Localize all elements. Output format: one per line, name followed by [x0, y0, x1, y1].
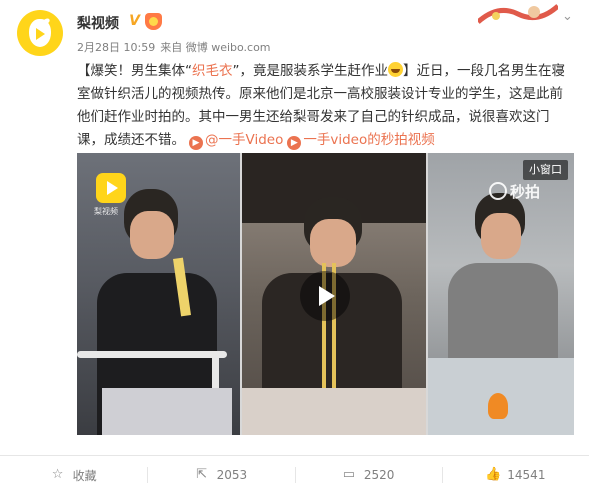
video-frame-left: 梨视频: [77, 153, 240, 435]
watermark-text: 秒拍: [510, 183, 541, 201]
video-link[interactable]: 一手video的秒拍视频: [303, 132, 434, 148]
play-button[interactable]: [300, 271, 350, 321]
video-link-icon: ▶: [189, 136, 203, 150]
comment-count: 2520: [363, 468, 395, 482]
post-text: 【爆笑！男生集体“织毛衣”，竟是服装系学生赶作业 】近日，一段几名男生在寝室做针织…: [77, 60, 571, 152]
keyword-highlight[interactable]: 织毛衣: [192, 63, 233, 79]
star-icon: ☆: [51, 467, 64, 482]
like-icon: 👍: [485, 467, 502, 482]
repost-button[interactable]: ⇱ 2053: [147, 456, 294, 494]
avatar[interactable]: [17, 10, 63, 56]
like-count: 14541: [507, 468, 546, 482]
share-icon: ⇱: [196, 467, 208, 482]
chevron-down-icon[interactable]: ⌄: [562, 9, 573, 24]
mention-link[interactable]: @一手Video: [205, 132, 283, 148]
weibo-post-card: 梨视频 V 2月28日 10:59 来自 微博 weibo.com ⌄ 【爆笑！男…: [0, 0, 589, 494]
action-bar: ☆ 收藏 ⇱ 2053 ▭ 2520 👍 14541: [0, 456, 589, 494]
post-date[interactable]: 2月28日 10:59: [77, 41, 155, 54]
verified-icon: V: [127, 14, 142, 29]
author-name[interactable]: 梨视频: [77, 13, 119, 33]
repost-count: 2053: [216, 468, 248, 482]
comment-icon: ▭: [342, 467, 355, 482]
miaopai-logo-icon: [489, 182, 507, 200]
laughing-emoji-icon: [388, 62, 403, 77]
post-source: 来自 微博 weibo.com: [160, 41, 271, 54]
post-meta: 2月28日 10:59 来自 微博 weibo.com: [77, 39, 276, 55]
post-text-part2: ”，竟是服装系学生赶作业: [232, 63, 389, 79]
favorite-button[interactable]: ☆ 收藏: [0, 456, 147, 494]
comment-button[interactable]: ▭ 2520: [294, 456, 442, 494]
video-player[interactable]: 梨视频 小窗口 秒拍: [77, 153, 574, 435]
like-button[interactable]: 👍 14541: [441, 456, 589, 494]
pear-video-logo-icon: [96, 173, 126, 203]
festival-decoration-icon: [478, 4, 558, 24]
video-logo-text: 梨视频: [94, 207, 118, 216]
post-text-part1: 【爆笑！男生集体“: [77, 63, 192, 79]
member-medal-icon[interactable]: [145, 13, 162, 30]
mini-window-button[interactable]: 小窗口: [523, 160, 568, 180]
favorite-label: 收藏: [72, 468, 97, 483]
miaopai-watermark: 秒拍: [489, 181, 540, 202]
video-link-icon-2: ▶: [287, 136, 302, 150]
